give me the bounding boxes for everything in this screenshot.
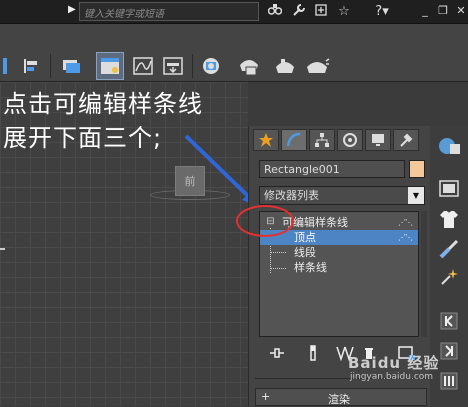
expand-arrow-icon[interactable]: ▶ <box>68 4 76 15</box>
stack-scrollbar[interactable] <box>421 211 427 337</box>
title-bar: ▶ 键入关键字或短语 ☆ ?▾ _ ❐ ✕ <box>0 0 468 24</box>
brush-icon[interactable] <box>436 236 462 262</box>
align-left-icon[interactable] <box>0 52 14 80</box>
expand-icon: + <box>261 390 271 403</box>
object-name-field[interactable]: Rectangle001 <box>259 160 405 178</box>
toolbar-divider <box>192 54 193 78</box>
restore-button[interactable]: ❐ <box>436 3 450 19</box>
minimize-button[interactable]: _ <box>418 3 432 19</box>
show-end-result-icon[interactable] <box>303 343 323 363</box>
modify-tab[interactable] <box>281 129 307 151</box>
rollout-title: 渲染 <box>328 393 350 406</box>
object-color-swatch[interactable] <box>409 160 425 178</box>
material-editor-icon[interactable] <box>198 52 224 80</box>
time-slider-icon[interactable] <box>436 368 462 394</box>
globe-icon[interactable] <box>436 134 462 160</box>
scene-explorer-icon[interactable] <box>96 52 124 80</box>
close-button[interactable]: ✕ <box>454 3 468 19</box>
hierarchy-tab[interactable] <box>309 129 335 151</box>
help-icon: ? <box>375 4 383 19</box>
rendering-rollout[interactable]: + 渲染 <box>255 388 427 406</box>
subobject-dots-icon: ⋰⋱ <box>398 218 413 227</box>
toolbar-divider <box>50 54 51 78</box>
tshirt-icon[interactable] <box>436 206 462 232</box>
motion-tab[interactable] <box>337 129 363 151</box>
star-plus-icon[interactable] <box>313 3 331 21</box>
curve-editor-icon[interactable] <box>130 52 156 80</box>
highlight-circle <box>236 205 294 237</box>
utilities-tab[interactable] <box>393 129 419 151</box>
stack-item-label: 线段 <box>294 246 316 259</box>
modifier-list-dropdown[interactable]: 修改器列表 ▼ <box>259 186 425 205</box>
stack-item-label: 顶点 <box>294 231 316 244</box>
layer-manager-icon[interactable] <box>58 52 84 80</box>
binoculars-icon[interactable] <box>266 3 284 21</box>
stack-item-spline[interactable]: 样条线 <box>260 260 418 275</box>
dope-sheet-icon[interactable] <box>160 52 186 80</box>
align-icon[interactable] <box>18 52 44 80</box>
watermark-url: jingyan.baidu.com <box>350 372 434 382</box>
keyframe-prev-icon[interactable] <box>436 308 462 334</box>
star-icon[interactable]: ☆ <box>335 3 353 21</box>
render-setup-icon[interactable] <box>234 52 264 80</box>
wrench-icon[interactable] <box>290 3 308 21</box>
workspace-icon[interactable] <box>436 176 462 202</box>
stack-item-segment[interactable]: 线段 <box>260 245 418 260</box>
search-input[interactable]: 键入关键字或短语 <box>79 2 259 21</box>
subobject-dots-icon: ⋰⋱ <box>398 233 413 242</box>
stack-item-label: 样条线 <box>294 261 327 274</box>
annotation-line-1: 点击可编辑样条线 <box>3 90 203 118</box>
chevron-down-icon[interactable]: ▼ <box>408 187 424 204</box>
sparkle-icon[interactable] <box>436 264 462 290</box>
baidu-watermark: Baidu 经验 <box>348 354 440 372</box>
keyframe-next-icon[interactable] <box>436 338 462 364</box>
annotation-line-2: 展开下面三个; <box>3 124 163 152</box>
pin-stack-icon[interactable] <box>267 343 287 363</box>
main-toolbar <box>0 24 468 82</box>
help-button[interactable]: ?▾ <box>370 3 394 21</box>
render-production-icon[interactable] <box>302 52 332 80</box>
rendered-frame-icon[interactable] <box>270 52 300 80</box>
display-tab[interactable] <box>365 129 391 151</box>
modifier-list-label: 修改器列表 <box>264 189 319 202</box>
create-tab[interactable] <box>253 129 279 151</box>
viewport-axis-marker <box>0 248 5 250</box>
